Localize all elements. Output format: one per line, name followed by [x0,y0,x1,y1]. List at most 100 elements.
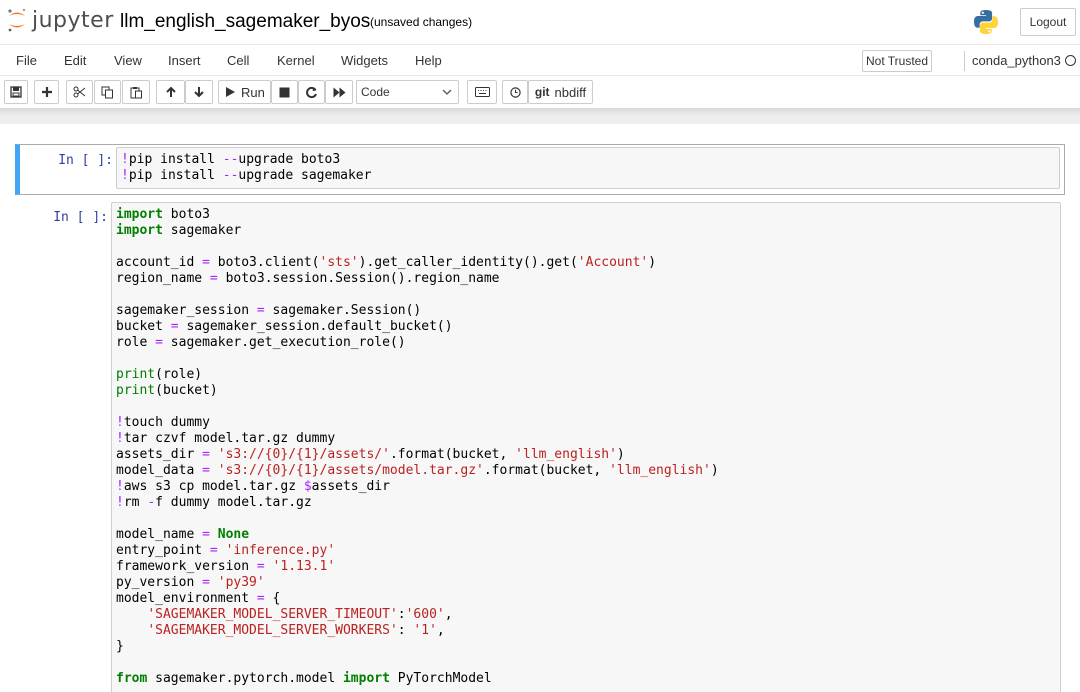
jupyter-logo[interactable]: jupyter [6,7,114,33]
code-token: sagemaker.get_execution_role() [162,335,406,350]
code-cell-selected[interactable]: In [ ]: !pip install --upgrade boto3 !pi… [15,144,1065,195]
move-up-button[interactable] [156,80,185,104]
menu-view[interactable]: View [114,53,142,68]
code-token: .format(bucket, [483,463,610,478]
trust-status-button[interactable]: Not Trusted [862,50,932,72]
code-token: = [256,591,265,606]
code-line: bucket = sagemaker_session.default_bucke… [116,319,453,334]
code-token: model_data [116,463,203,478]
code-token: 'sts' [319,255,359,270]
restart-kernel-button[interactable] [298,80,325,104]
cell-type-value: Code [361,85,390,99]
copy-button[interactable] [94,80,121,104]
command-palette-button[interactable] [467,80,497,104]
code-token: (bucket) [155,383,218,398]
code-line: !pip install --upgrade sagemaker [121,168,371,183]
code-token: = [202,447,210,462]
logout-button[interactable]: Logout [1020,8,1076,36]
autosave-status: (unsaved changes) [370,15,473,29]
menu-help[interactable]: Help [415,53,442,68]
code-token: boto3.session.Session().region_name [217,271,500,286]
code-token: boto3 [162,207,210,222]
history-button[interactable] [502,80,528,104]
code-text: import boto3 import sagemaker account_id… [112,203,1060,691]
code-token: -- [222,152,239,167]
insert-cell-button[interactable] [34,80,59,104]
code-token: bucket [116,319,171,334]
code-line: role = sagemaker.get_execution_role() [116,335,406,350]
code-cell[interactable]: In [ ]: import boto3 import sagemaker ac… [15,202,1065,692]
code-token: } [116,639,124,654]
nbdiff-button[interactable]: git nbdiff [528,80,593,104]
kernel-name: conda_python3 [972,53,1061,68]
code-token: tar czvf model.tar.gz dummy [123,431,336,446]
code-token: - [147,495,156,510]
code-editor[interactable]: import boto3 import sagemaker account_id… [111,202,1061,692]
menu-widgets[interactable]: Widgets [341,53,388,68]
code-token: rm [123,495,148,510]
code-token: import [342,671,390,686]
code-token: = [202,255,210,270]
input-prompt: In [ ]: [53,210,108,225]
code-token: upgrade sagemaker [238,168,372,183]
code-token: .format(bucket, [389,447,516,462]
code-token: 's3://{0}/{1}/assets/' [209,447,390,462]
menu-cell[interactable]: Cell [227,53,249,68]
move-down-button[interactable] [185,80,213,104]
paste-icon [130,86,142,98]
code-token: 'Account' [577,255,649,270]
interrupt-kernel-button[interactable] [271,80,298,104]
header: jupyter llm_english_sagemaker_byos (unsa… [0,0,1080,44]
code-token: -- [222,168,239,183]
code-token: sagemaker_session.default_bucket() [178,319,453,334]
code-line: region_name = boto3.session.Session().re… [116,271,500,286]
code-token: account_id [116,255,203,270]
run-label: Run [241,84,265,100]
menu-kernel[interactable]: Kernel [277,53,315,68]
save-icon [10,86,22,98]
kernel-idle-indicator-icon [1065,55,1076,66]
paste-button[interactable] [122,80,150,104]
keyboard-icon [474,87,490,97]
code-line: 'SAGEMAKER_MODEL_SERVER_TIMEOUT':'600', [116,607,452,622]
code-token: touch dummy [123,415,210,430]
stop-icon [279,87,290,97]
code-token: = [256,303,265,318]
code-token: = [209,543,218,558]
run-button[interactable]: Run [218,80,271,104]
code-token: sagemaker [162,223,242,238]
code-token: (role) [155,367,203,382]
code-token: PyTorchModel [389,671,492,686]
code-token: '1.13.1' [264,559,336,574]
code-line: print(bucket) [116,383,218,398]
cell-type-select[interactable]: Code [356,80,459,104]
code-line: assets_dir = 's3://{0}/{1}/assets/'.form… [116,447,625,462]
save-button[interactable] [4,80,28,104]
jupyter-logo-text: jupyter [32,7,114,33]
code-line: !aws s3 cp model.tar.gz $assets_dir [116,479,390,494]
code-token: 'llm_english' [515,447,617,462]
code-token: ! [116,495,124,510]
code-token: import [116,207,163,222]
notebook-title[interactable]: llm_english_sagemaker_byos [120,11,370,33]
code-line: import boto3 [116,207,210,222]
code-token: sagemaker.pytorch.model [147,671,343,686]
code-line: print(role) [116,367,202,382]
code-token: model_environment [116,591,257,606]
clock-icon [509,86,521,98]
code-token: '1' [413,623,437,638]
restart-run-all-button[interactable] [325,80,353,104]
code-editor[interactable]: !pip install --upgrade boto3 !pip instal… [116,147,1060,189]
code-token: ).get_caller_identity().get( [358,255,578,270]
menu-file[interactable]: File [16,53,37,68]
code-line: py_version = 'py39' [116,575,265,590]
code-token: f dummy model.tar.gz [155,495,312,510]
code-token: ! [121,168,129,183]
cut-button[interactable] [66,80,93,104]
menu-edit[interactable]: Edit [64,53,86,68]
code-token: , [436,623,445,638]
menu-insert[interactable]: Insert [168,53,201,68]
code-token: 'SAGEMAKER_MODEL_SERVER_WORKERS' [147,623,398,638]
code-token: py_version [116,575,203,590]
